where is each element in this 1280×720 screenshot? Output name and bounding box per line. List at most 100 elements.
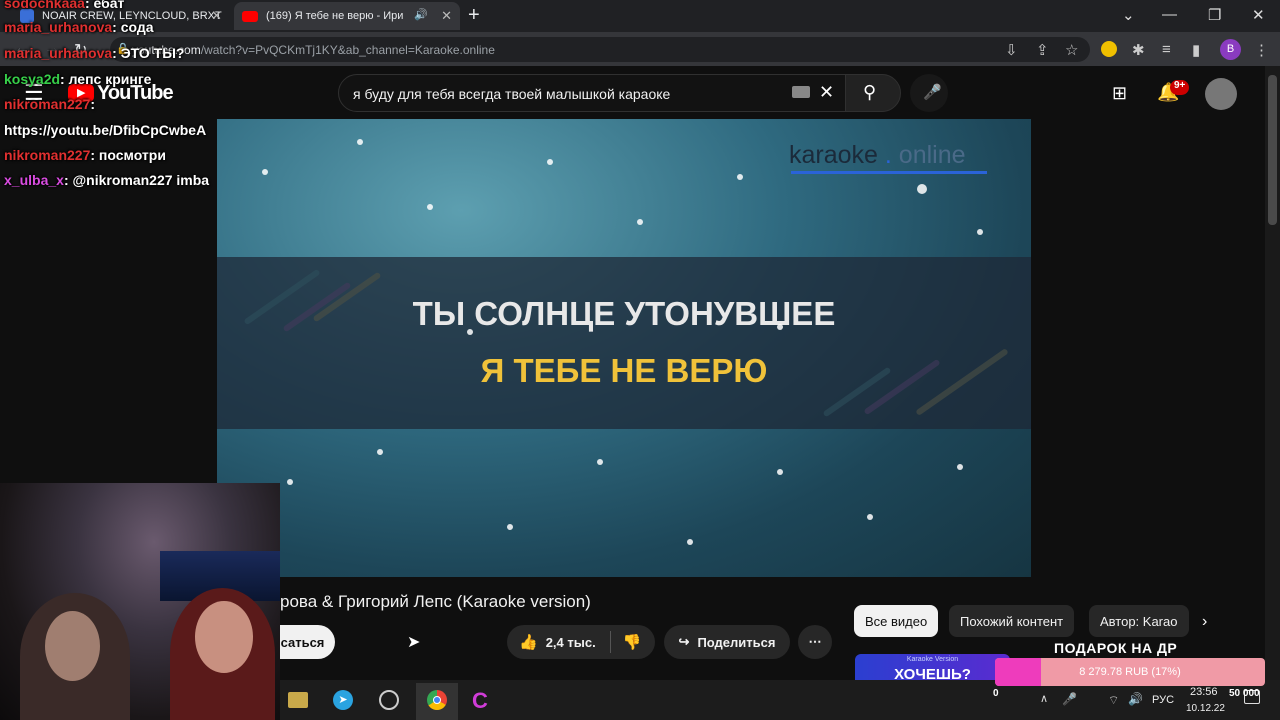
side-panel-icon[interactable]: ▮ bbox=[1192, 41, 1200, 59]
brand-word-online: online bbox=[898, 141, 966, 169]
clock-time[interactable]: 23:56 bbox=[1190, 686, 1218, 698]
keyboard-icon[interactable] bbox=[792, 86, 810, 98]
donation-start: 0 bbox=[993, 688, 999, 699]
mouse-cursor-icon: ➤ bbox=[407, 634, 421, 651]
thumbs-down-icon[interactable]: 👎 bbox=[623, 633, 642, 651]
more-actions-button[interactable]: ⋯ bbox=[798, 625, 832, 659]
lyric-band bbox=[217, 257, 1031, 429]
lyric-line-highlight: Я ТЕБЕ НЕ ВЕРЮ bbox=[480, 352, 768, 389]
snowflake bbox=[377, 449, 383, 455]
chat-message: maria_urhanova: сода bbox=[4, 19, 154, 35]
media-control-icon[interactable]: ≡ bbox=[1162, 41, 1171, 58]
snowflake bbox=[977, 229, 983, 235]
maximize-button[interactable]: ❐ bbox=[1208, 6, 1221, 24]
extensions-puzzle-icon[interactable]: ✱ bbox=[1132, 41, 1145, 59]
voice-search-button[interactable]: 🎤 bbox=[910, 74, 948, 112]
snowflake bbox=[917, 184, 927, 194]
share-icon[interactable]: ⇪ bbox=[1036, 41, 1049, 59]
chat-username: kosya2d bbox=[4, 71, 61, 87]
obs-icon[interactable] bbox=[379, 690, 399, 710]
snowflake bbox=[357, 139, 363, 145]
chat-message: kosya2d: лепс кринге bbox=[4, 71, 151, 87]
chevron-right-icon[interactable]: › bbox=[1202, 613, 1207, 631]
close-icon[interactable]: ✕ bbox=[211, 8, 222, 24]
language-indicator[interactable]: РУС bbox=[1152, 694, 1174, 706]
like-count[interactable]: 2,4 тыс. bbox=[546, 635, 596, 650]
tray-chevron-icon[interactable]: ∧ bbox=[1040, 692, 1048, 705]
chat-username: maria_urhanova bbox=[4, 19, 113, 35]
chat-message: x_ulba_x: @nikroman227 imba bbox=[4, 172, 209, 188]
snowflake bbox=[957, 464, 963, 470]
snowflake bbox=[547, 159, 553, 165]
tab-search-icon[interactable]: ⌄ bbox=[1122, 6, 1135, 24]
brand-word-karaoke: karaoke bbox=[789, 141, 878, 169]
chat-username: maria_urhanova bbox=[4, 45, 113, 61]
url-path: /watch?v=PvQCKmTj1KY&ab_channel=Karaoke.… bbox=[200, 43, 495, 57]
chat-text: : bbox=[90, 96, 96, 112]
minimize-button[interactable]: — bbox=[1162, 6, 1177, 23]
app-c-icon[interactable]: C bbox=[472, 688, 488, 714]
like-dislike-group: 👍 2,4 тыс. 👎 bbox=[507, 625, 655, 659]
bookmark-star-icon[interactable]: ☆ bbox=[1065, 41, 1078, 59]
karaoke-brand-logo: karaoke . online bbox=[789, 141, 966, 169]
close-icon[interactable]: ✕ bbox=[441, 8, 452, 24]
volume-icon[interactable]: 🔊 bbox=[1128, 692, 1143, 706]
file-explorer-icon[interactable] bbox=[288, 692, 308, 708]
chat-username: x_ulba_x bbox=[4, 172, 64, 188]
create-video-icon[interactable]: ⊞ bbox=[1112, 83, 1127, 104]
chrome-taskbar-active[interactable] bbox=[416, 683, 458, 720]
share-button[interactable]: ↪ Поделиться bbox=[664, 625, 790, 659]
address-bar[interactable]: youtube.com/watch?v=PvQCKmTj1KY&ab_chann… bbox=[110, 37, 1090, 62]
close-window-button[interactable]: ✕ bbox=[1252, 6, 1265, 24]
account-avatar[interactable] bbox=[1205, 78, 1237, 110]
clock-date[interactable]: 10.12.22 bbox=[1186, 703, 1225, 714]
search-button[interactable]: ⚲ bbox=[845, 74, 901, 112]
chip-author[interactable]: Автор: Karao bbox=[1089, 605, 1189, 637]
chat-text: : сода bbox=[112, 19, 154, 35]
notification-badge: 9+ bbox=[1170, 80, 1190, 95]
search-icon: ⚲ bbox=[863, 82, 877, 102]
donation-progress-fill bbox=[995, 658, 1041, 686]
snowflake bbox=[507, 524, 513, 530]
donation-goal-title: ПОДАРОК НА ДР bbox=[1054, 640, 1178, 656]
chrome-icon-center bbox=[433, 696, 441, 704]
profile-avatar[interactable]: B bbox=[1220, 39, 1241, 60]
promo-small-label: Karaoke Version bbox=[906, 656, 959, 663]
share-arrow-icon: ↪ bbox=[678, 634, 690, 649]
snowflake bbox=[287, 479, 293, 485]
share-label: Поделиться bbox=[697, 634, 776, 650]
chat-message: nikroman227: посмотри bbox=[4, 147, 166, 163]
search-input[interactable]: я буду для тебя всегда твоей малышкой ка… bbox=[338, 74, 846, 112]
tab-youtube[interactable]: (169) Я тебе не верю - Ири 🔊 ✕ bbox=[234, 2, 460, 30]
mic-icon: 🎤 bbox=[923, 84, 942, 101]
thumbs-up-icon[interactable]: 👍 bbox=[519, 633, 538, 651]
chip-related[interactable]: Похожий контент bbox=[949, 605, 1075, 637]
extension-icon[interactable] bbox=[1101, 41, 1117, 57]
new-tab-button[interactable]: + bbox=[468, 4, 480, 27]
chip-all-videos[interactable]: Все видео bbox=[854, 605, 939, 637]
clear-search-icon[interactable]: ✕ bbox=[819, 82, 834, 103]
webcam-overlay bbox=[0, 483, 280, 720]
telegram-icon[interactable]: ➤ bbox=[333, 690, 353, 710]
video-player[interactable]: ТЫ СОЛНЦЕ УТОНУВШЕЕ Я ТЕБЕ НЕ ВЕРЮ karao… bbox=[217, 119, 1031, 577]
install-icon[interactable]: ⇩ bbox=[1005, 41, 1018, 59]
snowflake bbox=[262, 169, 268, 175]
speaker-icon[interactable]: 🔊 bbox=[414, 8, 428, 21]
tab-title: (169) Я тебе не верю - Ири bbox=[266, 10, 404, 22]
divider bbox=[609, 631, 611, 653]
snowflake bbox=[777, 324, 783, 330]
donation-goal-amount: 50 000 bbox=[1229, 688, 1260, 699]
youtube-favicon-icon bbox=[242, 10, 258, 22]
snowflake bbox=[867, 514, 873, 520]
scrollbar-thumb[interactable] bbox=[1268, 75, 1277, 225]
chat-username: sodochkaaa bbox=[4, 0, 85, 11]
microphone-tray-icon[interactable]: 🎤 bbox=[1062, 692, 1077, 706]
wifi-icon[interactable]: ⌔ bbox=[1108, 693, 1119, 708]
snowflake bbox=[467, 329, 473, 335]
chat-message: https://youtu.be/DfibCpCwbeA bbox=[4, 122, 206, 138]
chat-text: : @nikroman227 imba bbox=[63, 172, 210, 188]
menu-icon[interactable]: ⋮ bbox=[1254, 41, 1269, 59]
snowflake bbox=[597, 459, 603, 465]
snowflake bbox=[737, 174, 743, 180]
snowflake bbox=[687, 539, 693, 545]
